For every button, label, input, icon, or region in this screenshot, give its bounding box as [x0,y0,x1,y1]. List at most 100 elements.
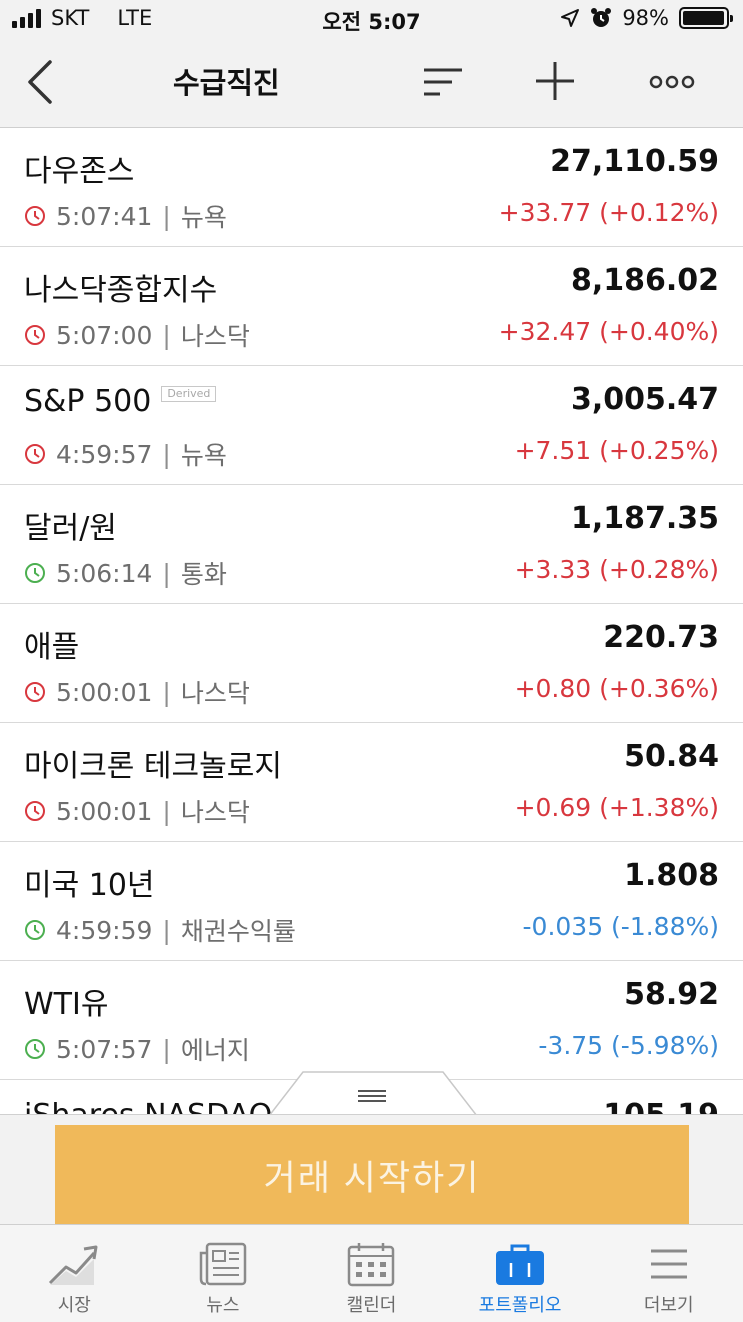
tab-label: 포트폴리오 [478,1295,562,1316]
drawer-handle-icon[interactable] [269,1070,477,1116]
quote-meta: 5:07:57 | 에너지 [24,1031,250,1067]
instrument-name: WTI유 [24,979,108,1023]
trade-area: 거래 시작하기 [0,1114,743,1225]
last-price: 1.808 [624,858,719,893]
page-title: 수급직진 [173,66,280,100]
list-item[interactable]: 마이크론 테크놀로지 50.84 5:00:01 | 나스닥 +0.69 (+1.38%) [0,723,743,842]
meta-divider: | [162,1034,171,1064]
last-price: 220.73 [603,620,719,655]
last-price: 8,186.02 [570,263,719,298]
market-label: 나스닥 [180,679,250,708]
instrument-name: 애플 [24,622,79,666]
quote-time: 5:00:01 [56,796,153,826]
list-item[interactable]: 나스닥종합지수 8,186.02 5:07:00 | 나스닥 +32.47 (+0.40%… [0,247,743,366]
chart-trend-icon [49,1245,98,1285]
meta-divider: | [162,201,171,231]
briefcase-icon [496,1244,545,1285]
clock-icon [25,563,45,583]
chevron-left-icon[interactable] [22,56,62,108]
price-change: +7.51 (+0.25%) [514,436,719,465]
quote-time: 5:07:57 [56,1034,153,1064]
meta-divider: | [162,439,171,469]
tab-portfolio[interactable]: 포트폴리오 [446,1225,595,1322]
last-price: 27,110.59 [550,144,719,179]
instrument-name-text: S&P 500 [24,384,152,419]
status-right: 98% [560,6,733,30]
tab-label: 뉴스 [206,1295,240,1316]
tab-label: 더보기 [643,1295,694,1316]
tab-more[interactable]: 더보기 [594,1225,743,1322]
quote-meta: 5:00:01 | 나스닥 [24,793,250,829]
clock-icon [25,682,45,702]
market-label: 뉴욕 [180,441,227,470]
instrument-name: 다우존스 [24,146,134,190]
last-price: 1,187.35 [570,501,719,536]
start-trading-button[interactable]: 거래 시작하기 [55,1125,689,1225]
market-label: 통화 [180,560,227,589]
market-label: 나스닥 [180,322,250,351]
instrument-name-text: 미국 10년 [24,868,155,903]
market-label: 에너지 [180,1036,250,1065]
location-arrow-icon [561,9,580,27]
alarm-clock-icon [591,8,612,27]
price-change: +33.77 (+0.12%) [498,198,719,227]
quote-time: 4:59:57 [56,439,153,469]
meta-divider: | [162,677,171,707]
instrument-name-text: 나스닥종합지수 [24,273,218,308]
meta-divider: | [162,796,171,826]
list-item[interactable]: S&P 500 Derived 3,005.47 4:59:57 | 뉴욕 +7.51 (+… [0,366,743,485]
plus-icon[interactable] [532,58,578,104]
quote-time: 5:00:01 [56,677,153,707]
last-price: 58.92 [624,977,719,1012]
meta-divider: | [162,558,171,588]
tab-bar: 시장 뉴스 캘린더 포트폴리오 더보기 [0,1224,743,1322]
instrument-name: 미국 10년 [24,860,155,904]
quote-meta: 5:00:01 | 나스닥 [24,674,250,710]
market-label: 나스닥 [180,798,250,827]
meta-divider: | [162,915,171,945]
newspaper-icon [199,1242,247,1286]
list-item[interactable]: 애플 220.73 5:00:01 | 나스닥 +0.80 (+0.36%) [0,604,743,723]
clock-icon [25,801,45,821]
list-item[interactable]: WTI유 58.92 5:07:57 | 에너지 -3.75 (-5.98%) [0,961,743,1080]
last-price: 50.84 [624,739,719,774]
clock-icon [25,325,45,345]
last-price: 3,005.47 [570,382,719,417]
instrument-name-text: 달러/원 [24,511,117,546]
quote-meta: 4:59:57 | 뉴욕 [24,436,227,472]
tab-label: 시장 [57,1295,91,1316]
instrument-name: 달러/원 [24,503,117,547]
quote-time: 4:59:59 [56,915,153,945]
sort-lines-icon[interactable] [422,62,466,102]
market-label: 뉴욕 [180,203,227,232]
instrument-name-text: 다우존스 [24,154,135,189]
list-item[interactable]: 다우존스 27,110.59 5:07:41 | 뉴욕 +33.77 (+0.12%) [0,128,743,247]
price-change: +32.47 (+0.40%) [498,317,719,346]
list-item[interactable]: 미국 10년 1.808 4:59:59 | 채권수익률 -0.035 (-1.88%) [0,842,743,961]
clock-icon [25,1039,45,1059]
tab-market[interactable]: 시장 [0,1225,149,1322]
instrument-name: S&P 500 Derived [24,384,217,419]
status-bar: SKT LTE 오전 5:07 98% [0,0,743,40]
battery-icon [679,7,733,29]
quote-meta: 4:59:59 | 채권수익률 [24,912,296,948]
quote-list: 다우존스 27,110.59 5:07:41 | 뉴욕 +33.77 (+0.12%) 나스… [0,128,743,1120]
quote-meta: 5:06:14 | 통화 [24,555,227,591]
battery-percent: 98% [622,6,669,30]
instrument-name-text: 마이크론 테크놀로지 [24,749,282,784]
quote-time: 5:07:00 [56,320,153,350]
list-item[interactable]: 달러/원 1,187.35 5:06:14 | 통화 +3.33 (+0.28%) [0,485,743,604]
quote-meta: 5:07:41 | 뉴욕 [24,198,227,234]
instrument-name-text: WTI유 [24,987,109,1022]
quote-time: 5:06:14 [56,558,153,588]
price-change: +0.69 (+1.38%) [514,793,719,822]
tab-news[interactable]: 뉴스 [149,1225,298,1322]
instrument-name: 마이크론 테크놀로지 [24,741,282,785]
tab-label: 캘린더 [346,1295,397,1316]
tab-calendar[interactable]: 캘린더 [297,1225,446,1322]
calendar-icon [348,1243,395,1287]
derived-badge: Derived [161,386,217,402]
clock-icon [25,206,45,226]
instrument-name-text: 애플 [24,630,80,665]
more-dots-icon[interactable] [648,70,696,94]
